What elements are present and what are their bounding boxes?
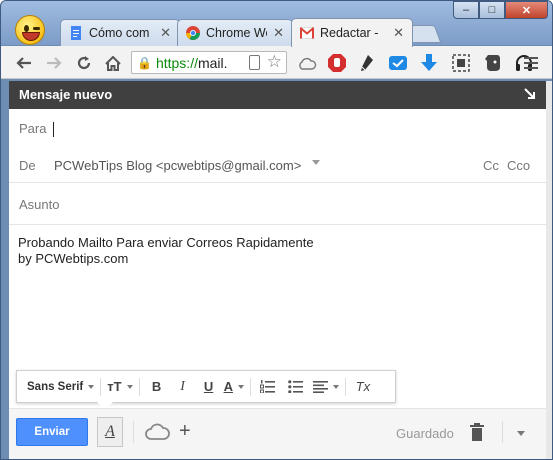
tab-chrome-web-store[interactable]: Chrome We ✕ — [177, 19, 293, 46]
from-label: De — [19, 158, 36, 173]
text-caret — [53, 122, 54, 137]
formatting-options-button[interactable]: A — [97, 417, 123, 447]
close-window-button[interactable]: ✕ — [505, 1, 548, 19]
cloud-extension-icon[interactable] — [297, 53, 317, 73]
url-text: https://mail. — [155, 54, 228, 71]
more-options-chevron-down-icon[interactable] — [517, 431, 525, 436]
text-size-icon: тT — [107, 379, 122, 394]
tab-label: Redactar - — [320, 26, 379, 40]
bulleted-list-button[interactable] — [285, 376, 307, 398]
profile-avatar-icon[interactable] — [15, 15, 45, 45]
tab-label: Cómo com — [89, 26, 150, 40]
from-select[interactable]: PCWebTips Blog <pcwebtips@gmail.com> — [54, 158, 301, 173]
bcc-link[interactable]: Cco — [507, 158, 530, 173]
page-action-icon[interactable] — [249, 55, 260, 70]
address-bar[interactable]: 🔒 https://mail. ☆ — [131, 51, 287, 74]
pen-extension-icon[interactable] — [357, 53, 377, 73]
screenshot-extension-icon[interactable] — [451, 53, 471, 73]
mail-extension-icon[interactable] — [388, 53, 408, 73]
adblock-extension-icon[interactable] — [327, 53, 347, 73]
cc-link[interactable]: Cc — [483, 158, 499, 173]
bookmark-star-icon[interactable]: ☆ — [267, 52, 282, 72]
font-size-select[interactable]: тT — [107, 376, 133, 398]
back-button[interactable] — [13, 52, 35, 74]
chrome-icon — [186, 26, 200, 40]
tab-docs[interactable]: Cómo com ✕ — [60, 19, 180, 46]
numbered-list-button[interactable] — [257, 376, 279, 398]
body-line: by PCWebtips.com — [18, 251, 129, 266]
browser-window: Cómo com ✕ Chrome We ✕ Redactar - ✕ – □ … — [0, 0, 553, 460]
evernote-extension-icon[interactable] — [483, 53, 503, 73]
saved-status: Guardado — [396, 426, 454, 441]
more-options-plus-icon[interactable]: + — [179, 419, 191, 443]
compose-header[interactable]: Mensaje nuevo — [9, 81, 546, 109]
trash-icon[interactable] — [469, 422, 485, 442]
back-arrow-icon — [16, 57, 31, 69]
bulleted-list-icon — [288, 380, 304, 393]
chevron-down-icon[interactable] — [312, 160, 320, 165]
send-button[interactable]: Enviar — [16, 418, 88, 446]
tab-label: Chrome We — [206, 26, 268, 40]
expand-icon[interactable] — [522, 86, 538, 102]
download-extension-icon[interactable] — [419, 53, 439, 73]
underline-button[interactable]: U — [198, 376, 220, 398]
subject-placeholder: Asunto — [19, 197, 60, 212]
text-color-select[interactable]: A — [224, 376, 244, 398]
close-tab-icon[interactable]: ✕ — [393, 25, 404, 41]
window-edge — [546, 81, 552, 459]
remove-formatting-button[interactable]: Tx — [352, 376, 374, 398]
home-icon — [105, 55, 121, 71]
gmail-icon — [300, 27, 314, 39]
subject-field[interactable]: Asunto — [9, 183, 546, 225]
compose-title: Mensaje nuevo — [19, 87, 113, 102]
italic-button[interactable]: I — [172, 376, 194, 398]
docs-icon — [71, 26, 81, 40]
drive-cloud-icon[interactable] — [144, 421, 170, 443]
hamburger-menu-icon — [524, 57, 538, 69]
tab-compose[interactable]: Redactar - ✕ — [291, 18, 413, 47]
compose-window: Mensaje nuevo Para De PCWebTips Blog <pc… — [9, 81, 546, 459]
to-field[interactable]: Para — [9, 109, 546, 147]
minimize-button[interactable]: – — [453, 1, 479, 19]
close-tab-icon[interactable]: ✕ — [273, 25, 284, 41]
reload-icon — [77, 56, 91, 70]
title-bar: Cómo com ✕ Chrome We ✕ Redactar - ✕ – □ … — [1, 1, 552, 47]
lock-icon: 🔒 — [137, 55, 152, 70]
close-tab-icon[interactable]: ✕ — [160, 25, 171, 41]
maximize-button[interactable]: □ — [479, 1, 505, 19]
text-format-icon: A — [105, 423, 115, 440]
home-button[interactable] — [102, 52, 124, 74]
chrome-menu-button[interactable] — [520, 52, 542, 74]
message-body[interactable]: Probando Mailto Para enviar Correos Rapi… — [18, 235, 314, 267]
to-label: Para — [19, 121, 47, 136]
font-family-select[interactable]: Sans Serif — [27, 376, 95, 398]
text-color-icon: A — [223, 379, 233, 394]
reload-button[interactable] — [73, 52, 95, 74]
forward-button[interactable] — [43, 52, 65, 74]
forward-arrow-icon — [47, 57, 62, 69]
from-field: De PCWebTips Blog <pcwebtips@gmail.com> … — [9, 147, 546, 183]
formatting-toolbar: Sans Serif тT B I U A Tx — [16, 370, 396, 403]
clear-formatting-icon: Tx — [355, 379, 371, 394]
numbered-list-icon — [260, 380, 276, 393]
compose-action-bar: Enviar A + Guardado — [9, 408, 546, 459]
align-select[interactable] — [312, 376, 339, 398]
window-controls: – □ ✕ — [453, 1, 548, 19]
align-left-icon — [312, 380, 328, 393]
browser-toolbar: 🔒 https://mail. ☆ — [1, 46, 552, 79]
bold-button[interactable]: B — [146, 376, 168, 398]
body-line: Probando Mailto Para enviar Correos Rapi… — [18, 235, 314, 250]
